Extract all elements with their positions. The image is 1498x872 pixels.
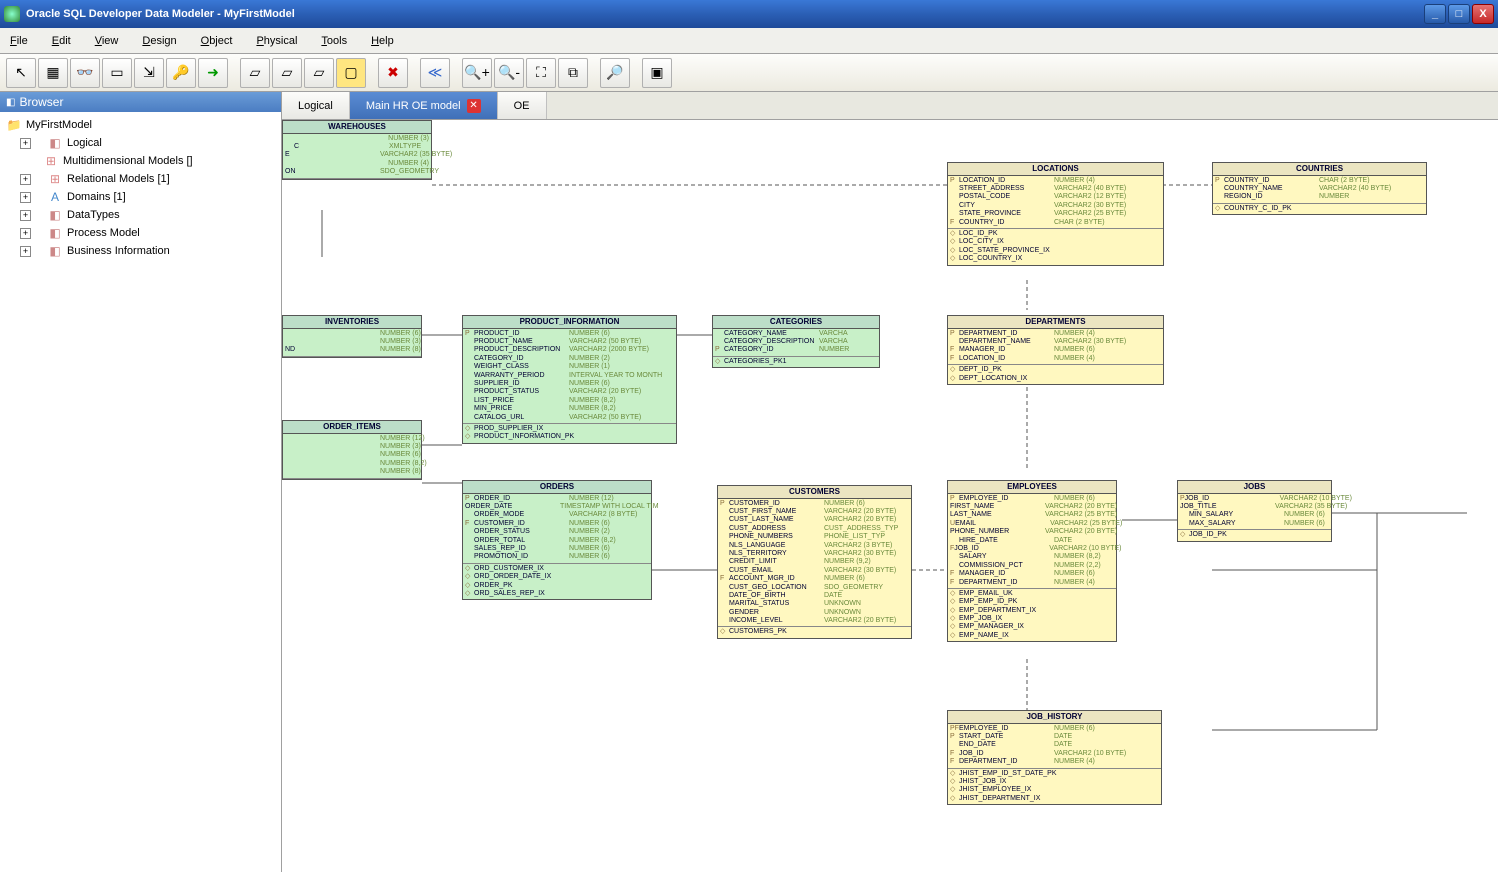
expand-icon[interactable]: + <box>20 246 31 257</box>
canvas-area: Logical Main HR OE model✕ OE <box>282 92 1498 872</box>
diagram-canvas[interactable]: WAREHOUSESNUMBER (3)CXMLTYPEEVARCHAR2 (3… <box>282 120 1498 872</box>
layout-button[interactable]: ▣ <box>642 58 672 88</box>
expand-icon[interactable]: + <box>20 210 31 221</box>
maximize-button[interactable]: □ <box>1448 4 1470 24</box>
entity-customers[interactable]: CUSTOMERSPCUSTOMER_IDNUMBER (6)CUST_FIRS… <box>717 485 912 639</box>
zoom-out-button[interactable]: 🔍- <box>494 58 524 88</box>
tabs: Logical Main HR OE model✕ OE <box>282 92 1498 120</box>
browser-title: Browser <box>0 92 281 112</box>
entity-locations[interactable]: LOCATIONSPLOCATION_IDNUMBER (4)STREET_AD… <box>947 162 1164 266</box>
expand-icon[interactable]: + <box>20 192 31 203</box>
fit-button[interactable]: ⛶ <box>526 58 556 88</box>
resize-button[interactable]: ⧉ <box>558 58 588 88</box>
app-icon <box>4 6 20 22</box>
entity-inventories[interactable]: INVENTORIESNUMBER (6)NUMBER (3)NDNUMBER … <box>282 315 422 358</box>
note-button[interactable]: ▢ <box>336 58 366 88</box>
rewind-button[interactable]: ≪ <box>420 58 450 88</box>
tree-datatypes[interactable]: +◧DataTypes <box>16 206 279 224</box>
menu-object[interactable]: Object <box>201 35 233 47</box>
menu-file[interactable]: FFileile <box>10 35 28 47</box>
menu-edit[interactable]: Edit <box>52 35 71 47</box>
view1-button[interactable]: ▱ <box>240 58 270 88</box>
entity-countries[interactable]: COUNTRIESPCOUNTRY_IDCHAR (2 BYTE)COUNTRY… <box>1212 162 1427 215</box>
tree-business[interactable]: +◧Business Information <box>16 242 279 260</box>
tree-domains[interactable]: +ADomains [1] <box>16 188 279 206</box>
grid-button[interactable]: ▦ <box>38 58 68 88</box>
model-icon: ⊞ <box>43 154 59 168</box>
browser-panel: Browser 📁 MyFirstModel +◧Logical ⊞Multid… <box>0 92 282 872</box>
glasses-button[interactable]: 👓 <box>70 58 100 88</box>
entity-job-history[interactable]: JOB_HISTORYPFEMPLOYEE_IDNUMBER (6)PSTART… <box>947 710 1162 805</box>
window-title: Oracle SQL Developer Data Modeler - MyFi… <box>26 8 295 20</box>
view2-button[interactable]: ▱ <box>272 58 302 88</box>
menu-view[interactable]: View <box>95 35 119 47</box>
expand-icon[interactable]: + <box>20 174 31 185</box>
entity-orders[interactable]: ORDERSPORDER_IDNUMBER (12)ORDER_DATETIME… <box>462 480 652 600</box>
cube-icon: ◧ <box>47 208 63 222</box>
tree-multidim[interactable]: ⊞Multidimensional Models [] <box>16 152 279 170</box>
tab-oe[interactable]: OE <box>498 92 547 119</box>
arrow-button[interactable]: ➜ <box>198 58 228 88</box>
entity-order-items[interactable]: ORDER_ITEMSNUMBER (12)NUMBER (3)NUMBER (… <box>282 420 422 480</box>
cube-icon: ◧ <box>47 244 63 258</box>
tree-root[interactable]: 📁 MyFirstModel <box>2 116 279 134</box>
menubar: FFileile Edit View Design Object Physica… <box>0 28 1498 54</box>
pointer-button[interactable]: ↖ <box>6 58 36 88</box>
model-icon: ⊞ <box>47 172 63 186</box>
delete-button[interactable]: ✖ <box>378 58 408 88</box>
tree-logical[interactable]: +◧Logical <box>16 134 279 152</box>
import-button[interactable]: ⇲ <box>134 58 164 88</box>
tab-main[interactable]: Main HR OE model✕ <box>350 92 498 119</box>
folder-icon: 📁 <box>6 118 22 132</box>
menu-physical[interactable]: Physical <box>256 35 297 47</box>
toolbar: ↖ ▦ 👓 ▭ ⇲ 🔑 ➜ ▱ ▱ ▱ ▢ ✖ ≪ 🔍+ 🔍- ⛶ ⧉ 🔎 ▣ <box>0 54 1498 92</box>
view3-button[interactable]: ▱ <box>304 58 334 88</box>
tab-logical[interactable]: Logical <box>282 92 350 119</box>
zoom-in-button[interactable]: 🔍+ <box>462 58 492 88</box>
domain-icon: A <box>47 190 63 204</box>
find-button[interactable]: 🔎 <box>600 58 630 88</box>
entity-departments[interactable]: DEPARTMENTSPDEPARTMENT_IDNUMBER (4)DEPAR… <box>947 315 1164 385</box>
cube-icon: ◧ <box>47 226 63 240</box>
titlebar: Oracle SQL Developer Data Modeler - MyFi… <box>0 0 1498 28</box>
tab-close-icon[interactable]: ✕ <box>467 99 481 113</box>
tree-relational[interactable]: +⊞Relational Models [1] <box>16 170 279 188</box>
browser-tree: 📁 MyFirstModel +◧Logical ⊞Multidimension… <box>0 112 281 264</box>
menu-help[interactable]: Help <box>371 35 394 47</box>
menu-tools[interactable]: Tools <box>321 35 347 47</box>
entity-warehouses[interactable]: WAREHOUSESNUMBER (3)CXMLTYPEEVARCHAR2 (3… <box>282 120 432 180</box>
expand-icon[interactable]: + <box>20 138 31 149</box>
minimize-button[interactable]: _ <box>1424 4 1446 24</box>
expand-icon[interactable]: + <box>20 228 31 239</box>
window-buttons: _ □ X <box>1424 4 1494 24</box>
entity-jobs[interactable]: JOBSPJOB_IDVARCHAR2 (10 BYTE)JOB_TITLEVA… <box>1177 480 1332 542</box>
entity-employees[interactable]: EMPLOYEESPEMPLOYEE_IDNUMBER (6)FIRST_NAM… <box>947 480 1117 642</box>
menu-design[interactable]: Design <box>142 35 176 47</box>
entity-product-information[interactable]: PRODUCT_INFORMATIONPPRODUCT_IDNUMBER (6)… <box>462 315 677 444</box>
tree-process[interactable]: +◧Process Model <box>16 224 279 242</box>
entity-button[interactable]: ▭ <box>102 58 132 88</box>
cube-icon: ◧ <box>47 136 63 150</box>
close-button[interactable]: X <box>1472 4 1494 24</box>
key-button[interactable]: 🔑 <box>166 58 196 88</box>
entity-categories[interactable]: CATEGORIESCATEGORY_NAMEVARCHACATEGORY_DE… <box>712 315 880 368</box>
